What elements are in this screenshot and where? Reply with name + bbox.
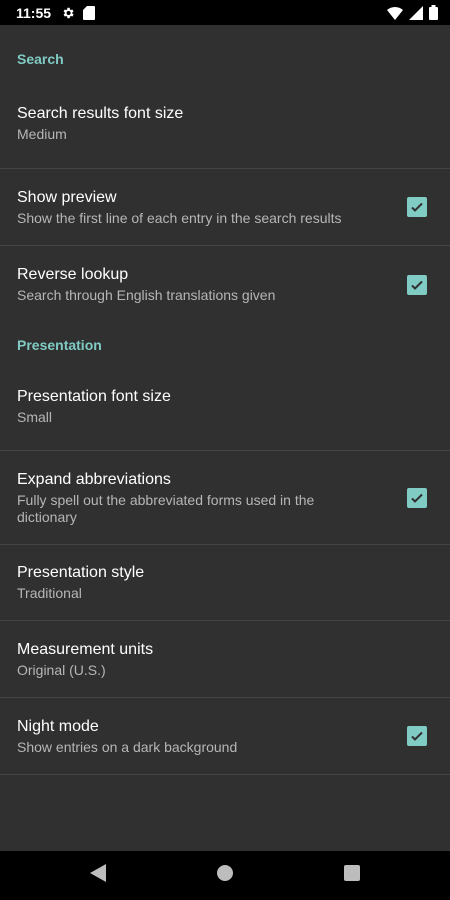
pref-title: Show preview <box>17 188 117 206</box>
pref-presentation-font-size[interactable]: Presentation font size Small <box>0 363 450 451</box>
pref-expand-abbreviations[interactable]: Expand abbreviations Fully spell out the… <box>0 451 450 545</box>
pref-summary: Fully spell out the abbreviated forms us… <box>17 491 315 525</box>
check-icon <box>411 731 423 741</box>
section-header-search: Search <box>17 51 64 67</box>
check-icon <box>411 202 423 212</box>
check-icon <box>411 280 423 290</box>
pref-title: Expand abbreviations <box>17 470 171 488</box>
expand-abbreviations-checkbox[interactable] <box>407 487 427 508</box>
pref-presentation-style[interactable]: Presentation style Traditional <box>0 545 450 621</box>
sd-card-icon <box>83 5 96 20</box>
section-header-presentation: Presentation <box>17 337 102 353</box>
battery-icon <box>429 5 438 20</box>
pref-summary: Original (U.S.) <box>17 661 106 678</box>
pref-title: Measurement units <box>17 640 154 658</box>
wifi-icon <box>387 6 403 20</box>
pref-summary: Search through English translations give… <box>17 287 276 303</box>
pref-title: Night mode <box>17 717 99 735</box>
pref-summary: Small <box>17 409 53 425</box>
reverse-lookup-checkbox[interactable] <box>407 274 427 295</box>
pref-summary: Traditional <box>17 585 82 601</box>
night-mode-checkbox[interactable] <box>407 726 427 746</box>
recents-icon[interactable] <box>344 865 360 886</box>
pref-reverse-lookup[interactable]: Reverse lookup Search through English tr… <box>0 246 450 323</box>
check-icon <box>411 493 423 503</box>
navigation-bar <box>0 851 450 900</box>
pref-show-preview[interactable]: Show preview Show the first line of each… <box>0 169 450 246</box>
pref-title: Presentation font size <box>17 388 171 405</box>
pref-title: Search results font size <box>17 105 184 122</box>
home-icon[interactable] <box>217 865 233 886</box>
pref-summary: Show the first line of each entry in the… <box>17 209 342 226</box>
pref-summary: Show entries on a dark background <box>17 738 238 755</box>
pref-title: Presentation style <box>17 564 145 581</box>
pref-title: Reverse lookup <box>17 266 129 283</box>
pref-summary: Medium <box>17 126 67 142</box>
pref-search-results-font-size[interactable]: Search results font size Medium <box>0 79 450 169</box>
back-icon[interactable] <box>90 864 106 887</box>
gear-icon <box>61 6 75 20</box>
pref-night-mode[interactable]: Night mode Show entries on a dark backgr… <box>0 698 450 775</box>
pref-measurement-units[interactable]: Measurement units Original (U.S.) <box>0 621 450 698</box>
settings-list: Search Search results font size Medium S… <box>0 25 450 775</box>
status-bar: 11:55 <box>0 0 450 25</box>
status-time: 11:55 <box>16 4 52 21</box>
show-preview-checkbox[interactable] <box>407 197 427 217</box>
signal-icon <box>409 5 423 20</box>
